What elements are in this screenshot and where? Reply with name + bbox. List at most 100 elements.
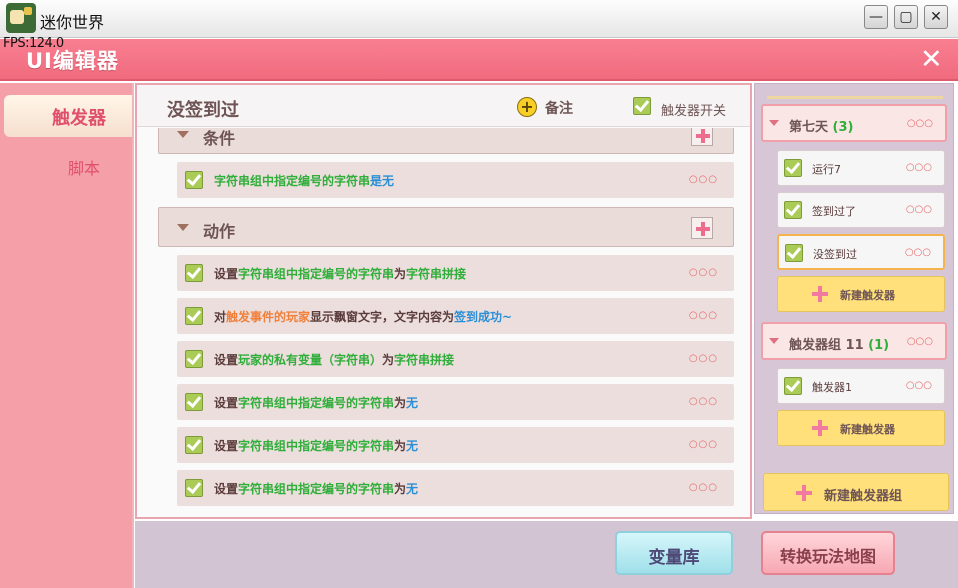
minimize-button[interactable]: — xyxy=(864,5,888,29)
statement-token[interactable]: 无 xyxy=(406,396,418,410)
more-options-icon[interactable]: ○○○ xyxy=(689,174,718,185)
tab-triggers-label: 触发器 xyxy=(52,108,106,129)
tab-script[interactable]: 脚本 xyxy=(4,147,132,187)
footer-bar: 变量库 转换玩法地图 xyxy=(135,521,958,588)
window-title: 迷你世界 xyxy=(40,13,105,32)
statement-token: 设置 xyxy=(214,439,239,453)
statement-token[interactable]: 无 xyxy=(406,482,418,496)
trigger-name[interactable]: 没签到过 xyxy=(167,96,239,122)
more-options-icon[interactable]: ○○○ xyxy=(689,310,718,321)
checkbox-checked-icon[interactable] xyxy=(185,350,203,368)
plus-icon xyxy=(812,420,828,436)
new-trigger-button[interactable]: 新建触发器 xyxy=(777,276,945,312)
more-options-icon[interactable]: ○○○ xyxy=(689,353,718,364)
trigger-item[interactable]: 没签到过 ○○○ xyxy=(777,234,945,270)
checkbox-checked-icon xyxy=(633,97,651,115)
trigger-item-label: 运行7 xyxy=(812,163,841,176)
new-trigger-button[interactable]: 新建触发器 xyxy=(777,410,945,446)
checkbox-checked-icon[interactable] xyxy=(185,264,203,282)
more-options-icon[interactable]: ○○○ xyxy=(907,336,933,347)
collapse-triangle-icon[interactable] xyxy=(177,224,189,231)
trigger-group-label: 第七天 (3) xyxy=(789,116,853,135)
add-action-button[interactable] xyxy=(691,217,713,239)
statement-token: 设置 xyxy=(214,482,239,496)
more-options-icon[interactable]: ○○○ xyxy=(689,267,718,278)
checkbox-checked-icon[interactable] xyxy=(185,393,203,411)
statement-token[interactable]: 玩家的私有变量（字符串） xyxy=(238,353,382,367)
more-options-icon[interactable]: ○○○ xyxy=(905,247,931,258)
chevron-down-icon[interactable] xyxy=(769,120,779,126)
more-options-icon[interactable]: ○○○ xyxy=(907,118,933,129)
panel-divider xyxy=(767,96,943,99)
trigger-content-scroll[interactable]: 条件 字符串组中指定编号的字符串是无 ○○○ 动作 设置字符串组中指定编号的字符串… xyxy=(137,128,750,517)
window-titlebar: 迷你世界 — ▢ ✕ xyxy=(0,0,958,38)
statement-token[interactable]: 字符串组中指定编号的字符串 xyxy=(238,396,394,410)
statement-token[interactable]: 字符串组中指定编号的字符串 xyxy=(214,174,370,188)
more-options-icon[interactable]: ○○○ xyxy=(689,439,718,450)
checkbox-checked-icon[interactable] xyxy=(185,479,203,497)
statement-token: 为 xyxy=(382,353,395,367)
action-text: 设置字符串组中指定编号的字符串为字符串拼接 xyxy=(214,265,466,282)
maximize-button[interactable]: ▢ xyxy=(894,5,918,29)
statement-token: 对 xyxy=(214,310,227,324)
checkbox-checked-icon[interactable] xyxy=(784,377,802,395)
trigger-item[interactable]: 触发器1 ○○○ xyxy=(777,368,945,404)
statement-token[interactable]: 触发事件的玩家 xyxy=(226,310,310,324)
checkbox-checked-icon[interactable] xyxy=(185,436,203,454)
checkbox-checked-icon[interactable] xyxy=(784,159,802,177)
statement-token[interactable]: 签到成功~ xyxy=(454,310,512,324)
convert-map-button[interactable]: 转换玩法地图 xyxy=(761,531,895,575)
action-row[interactable]: 设置字符串组中指定编号的字符串为无 ○○○ xyxy=(177,470,734,506)
condition-text: 字符串组中指定编号的字符串是无 xyxy=(214,172,394,189)
action-row[interactable]: 设置字符串组中指定编号的字符串为字符串拼接 ○○○ xyxy=(177,255,734,291)
statement-token[interactable]: 字符串组中指定编号的字符串 xyxy=(238,267,394,281)
action-row[interactable]: 设置字符串组中指定编号的字符串为无 ○○○ xyxy=(177,427,734,463)
condition-section-header[interactable]: 条件 xyxy=(158,128,734,154)
statement-token[interactable]: 无 xyxy=(406,439,418,453)
trigger-group-header[interactable]: 第七天 (3) ○○○ xyxy=(761,104,947,142)
statement-token: 为 xyxy=(394,396,407,410)
action-row[interactable]: 设置玩家的私有变量（字符串）为字符串拼接 ○○○ xyxy=(177,341,734,377)
trigger-list-scroll[interactable]: 第七天 (3) ○○○ 运行7 ○○○ 签到过了 ○○○ 没签到过 ○○○ 新建触发器 触发器组 … xyxy=(759,92,951,512)
tab-triggers[interactable]: 触发器 xyxy=(4,95,132,137)
app-icon xyxy=(6,3,36,33)
trigger-group-label: 触发器组 11 (1) xyxy=(789,334,889,353)
checkbox-checked-icon[interactable] xyxy=(185,307,203,325)
statement-token: 为 xyxy=(394,482,407,496)
new-trigger-group-button[interactable]: 新建触发器组 xyxy=(763,473,949,511)
action-row[interactable]: 设置字符串组中指定编号的字符串为无 ○○○ xyxy=(177,384,734,420)
trigger-item-label: 触发器1 xyxy=(812,381,852,394)
chevron-down-icon[interactable] xyxy=(769,338,779,344)
trigger-list-panel: 第七天 (3) ○○○ 运行7 ○○○ 签到过了 ○○○ 没签到过 ○○○ 新建触发器 触发器组 … xyxy=(754,83,954,514)
trigger-switch-checkbox[interactable]: 触发器开关 xyxy=(633,97,726,119)
collapse-triangle-icon[interactable] xyxy=(177,131,189,138)
trigger-group-header[interactable]: 触发器组 11 (1) ○○○ xyxy=(761,322,947,360)
add-condition-button[interactable] xyxy=(691,128,713,146)
statement-token[interactable]: 字符串拼接 xyxy=(406,267,466,281)
action-section-header[interactable]: 动作 xyxy=(158,207,734,247)
checkbox-checked-icon[interactable] xyxy=(185,171,203,189)
more-options-icon[interactable]: ○○○ xyxy=(906,162,932,173)
group-name: 第七天 xyxy=(789,120,829,135)
more-options-icon[interactable]: ○○○ xyxy=(689,396,718,407)
statement-token[interactable]: 无 xyxy=(382,174,394,188)
trigger-item-label: 没签到过 xyxy=(813,248,857,261)
more-options-icon[interactable]: ○○○ xyxy=(906,204,932,215)
close-editor-button[interactable]: ✕ xyxy=(920,44,943,75)
more-options-icon[interactable]: ○○○ xyxy=(906,380,932,391)
checkbox-checked-icon[interactable] xyxy=(784,201,802,219)
checkbox-checked-icon[interactable] xyxy=(785,244,803,262)
condition-row[interactable]: 字符串组中指定编号的字符串是无 ○○○ xyxy=(177,162,734,198)
action-row[interactable]: 对触发事件的玩家显示飘窗文字，文字内容为签到成功~ ○○○ xyxy=(177,298,734,334)
statement-token[interactable]: 字符串组中指定编号的字符串 xyxy=(238,439,394,453)
statement-token[interactable]: 是 xyxy=(370,174,382,188)
group-count: (3) xyxy=(832,120,854,135)
trigger-item[interactable]: 签到过了 ○○○ xyxy=(777,192,945,228)
statement-token[interactable]: 字符串拼接 xyxy=(394,353,454,367)
close-window-button[interactable]: ✕ xyxy=(924,5,948,29)
more-options-icon[interactable]: ○○○ xyxy=(689,482,718,493)
statement-token[interactable]: 字符串组中指定编号的字符串 xyxy=(238,482,394,496)
variable-library-button[interactable]: 变量库 xyxy=(615,531,733,575)
fps-counter: FPS:124.0 xyxy=(3,36,64,51)
trigger-item[interactable]: 运行7 ○○○ xyxy=(777,150,945,186)
